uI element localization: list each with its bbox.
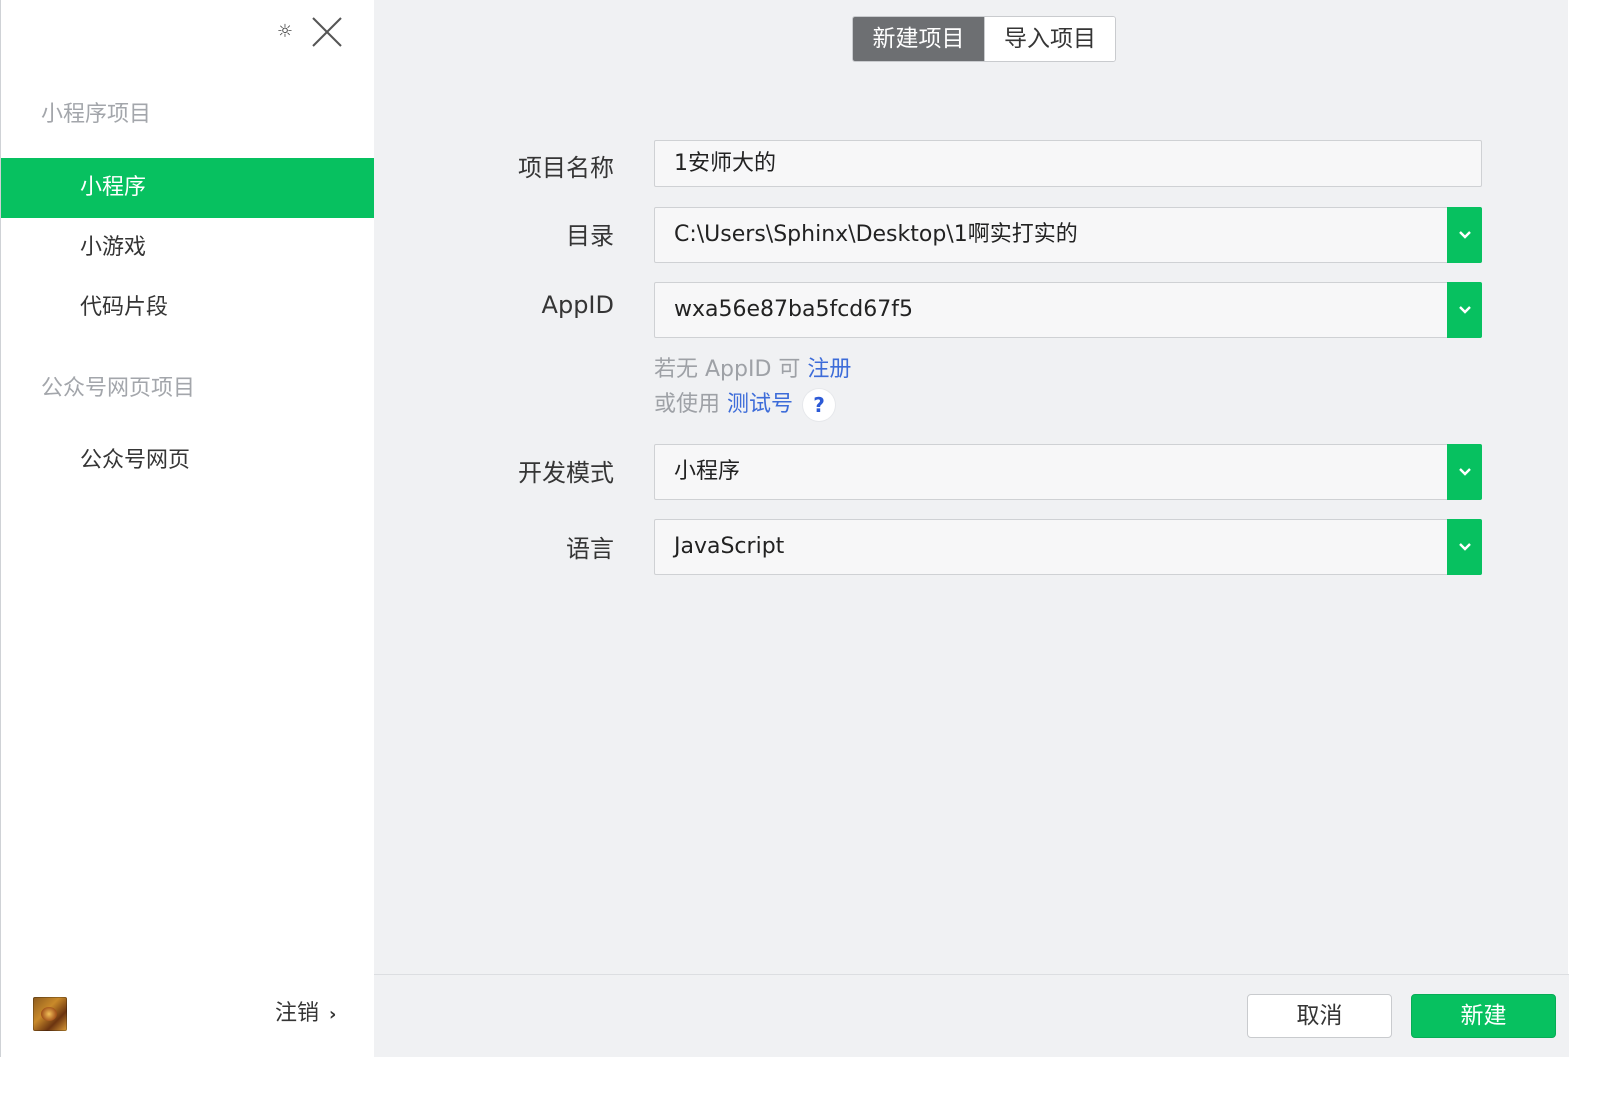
chevron-down-icon [1458, 543, 1471, 551]
appid-dropdown-button[interactable] [1447, 282, 1482, 338]
chevron-down-icon [1458, 231, 1471, 239]
dev-mode-value: 小程序 [674, 459, 741, 484]
appid-hint-text: 若无 AppID 可 [654, 357, 808, 382]
avatar[interactable] [33, 997, 67, 1031]
sidebar-item-code-snippet[interactable]: 代码片段 [1, 278, 374, 338]
appid-label: AppID [541, 291, 614, 319]
chevron-down-icon [1458, 468, 1471, 476]
test-account-link[interactable]: 测试号 [727, 392, 793, 417]
dev-mode-select[interactable]: 小程序 [654, 444, 1482, 500]
window-controls: ☼ [271, 14, 351, 54]
gear-icon[interactable]: ☼ [275, 22, 295, 42]
directory-field[interactable]: C:\Users\Sphinx\Desktop\1啊实打实的 [654, 207, 1482, 263]
language-select[interactable]: JavaScript [654, 519, 1482, 575]
sidebar: ☼ 小程序项目 小程序 小游戏 代码片段 公众号网页项目 公众号网页 注销 › [1, 0, 374, 1057]
tab-new-project[interactable]: 新建项目 [853, 17, 984, 61]
project-mode-tabs: 新建项目 导入项目 [852, 16, 1116, 62]
sidebar-item-official-account-web[interactable]: 公众号网页 [1, 431, 374, 491]
close-icon[interactable] [311, 16, 343, 48]
sidebar-item-miniprogram[interactable]: 小程序 [1, 158, 374, 218]
section-title-miniprogram-projects: 小程序项目 [41, 102, 152, 127]
cancel-button[interactable]: 取消 [1247, 994, 1392, 1038]
chevron-right-icon: › [329, 1004, 337, 1025]
new-project-window: ☼ 小程序项目 小程序 小游戏 代码片段 公众号网页项目 公众号网页 注销 › 新… [0, 0, 1569, 1057]
appid-field[interactable]: wxa56e87ba5fcd67f5 [654, 282, 1482, 338]
logout-button[interactable]: 注销 › [275, 996, 336, 1032]
language-dropdown-button[interactable] [1447, 519, 1482, 575]
project-name-label: 项目名称 [518, 154, 614, 182]
section-title-official-account-projects: 公众号网页项目 [41, 376, 196, 401]
appid-register-hint: 若无 AppID 可 注册 [654, 351, 851, 383]
language-label: 语言 [566, 535, 614, 563]
appid-testaccount-hint: 或使用 测试号? [654, 386, 836, 421]
sidebar-item-minigame[interactable]: 小游戏 [1, 218, 374, 278]
appid-hint-text-2: 或使用 [654, 392, 727, 417]
help-icon[interactable]: ? [803, 389, 836, 421]
dev-mode-label: 开发模式 [518, 459, 614, 487]
chevron-down-icon [1458, 306, 1471, 314]
tab-import-project[interactable]: 导入项目 [984, 17, 1115, 61]
language-value: JavaScript [674, 534, 785, 559]
register-link[interactable]: 注册 [807, 357, 851, 382]
dev-mode-dropdown-button[interactable] [1447, 444, 1482, 500]
project-name-input[interactable]: 1安师大的 [654, 140, 1482, 187]
dialog-footer: 取消 新建 [374, 974, 1569, 1057]
directory-value: C:\Users\Sphinx\Desktop\1啊实打实的 [674, 222, 1078, 247]
create-button[interactable]: 新建 [1411, 994, 1556, 1038]
logout-label: 注销 [275, 1001, 320, 1026]
directory-dropdown-button[interactable] [1447, 207, 1482, 263]
directory-label: 目录 [566, 222, 614, 250]
main-panel: 新建项目 导入项目 项目名称 1安师大的 目录 C:\Users\Sphinx\… [374, 0, 1569, 1057]
appid-value: wxa56e87ba5fcd67f5 [674, 297, 914, 322]
